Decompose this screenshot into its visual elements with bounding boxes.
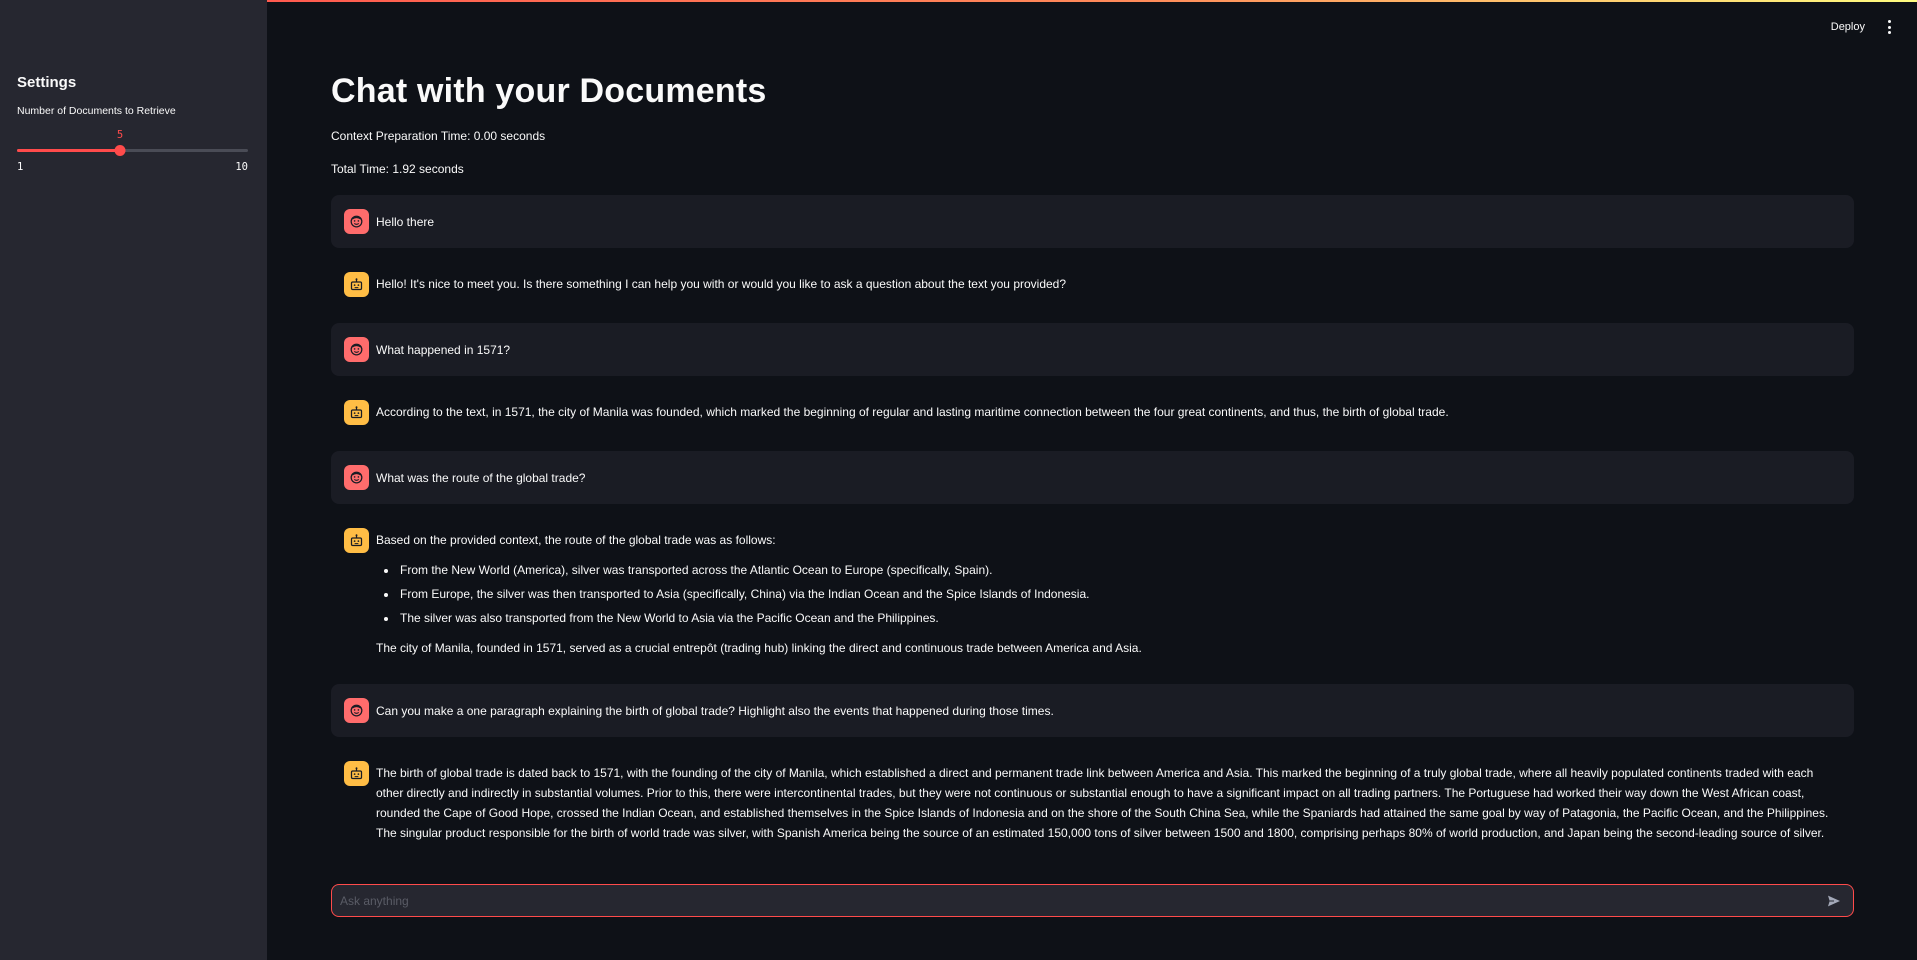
main-content: Chat with your Documents Context Prepara… <box>331 72 1854 869</box>
list-item: From Europe, the silver was then transpo… <box>398 584 1142 604</box>
total-time: Total Time: 1.92 seconds <box>331 162 464 176</box>
chat-message-user: Can you make a one paragraph explaining … <box>331 684 1854 737</box>
header-toolbar: Deploy <box>1831 20 1895 34</box>
message-text: According to the text, in 1571, the city… <box>376 405 1449 419</box>
chat-message-user: What happened in 1571? <box>331 323 1854 376</box>
assistant-avatar-icon <box>344 400 369 425</box>
main-menu-icon[interactable] <box>1883 20 1895 34</box>
chat-input[interactable] <box>340 893 1825 908</box>
chat-message-assistant: Based on the provided context, the route… <box>331 516 1854 672</box>
chat-message-user: Hello there <box>331 195 1854 248</box>
list-item: From the New World (America), silver was… <box>398 560 1142 580</box>
message-intro: Based on the provided context, the route… <box>376 533 776 547</box>
slider-thumb[interactable] <box>114 145 126 156</box>
message-text: What was the route of the global trade? <box>376 470 586 485</box>
chat-message-user: What was the route of the global trade? <box>331 451 1854 504</box>
assistant-avatar-icon <box>344 272 369 297</box>
context-preparation-time: Context Preparation Time: 0.00 seconds <box>331 129 546 143</box>
route-list: From the New World (America), silver was… <box>398 560 1142 628</box>
top-decoration-bar <box>0 0 1917 2</box>
slider-fill <box>17 149 120 152</box>
chat-message-assistant: According to the text, in 1571, the city… <box>331 388 1854 439</box>
chat-message-assistant: Hello! It's nice to meet you. Is there s… <box>331 260 1854 311</box>
chat-message-assistant: The birth of global trade is dated back … <box>331 749 1854 857</box>
documents-slider[interactable]: 5 1 10 <box>17 121 248 173</box>
page-title: Chat with your Documents <box>331 72 767 110</box>
slider-label: Number of Documents to Retrieve <box>17 105 176 117</box>
message-text: Can you make a one paragraph explaining … <box>376 703 1054 718</box>
message-text: What happened in 1571? <box>376 342 511 357</box>
sidebar: Settings Number of Documents to Retrieve… <box>0 0 267 960</box>
assistant-avatar-icon <box>344 761 369 786</box>
slider-max-value: 10 <box>235 161 248 173</box>
chat-input-box <box>331 884 1854 917</box>
user-avatar-icon <box>344 698 369 723</box>
sidebar-title: Settings <box>17 74 77 91</box>
deploy-button[interactable]: Deploy <box>1831 21 1865 33</box>
slider-current-value: 5 <box>116 129 124 141</box>
slider-min-value: 1 <box>17 161 24 173</box>
send-icon[interactable] <box>1825 892 1843 910</box>
message-text: Hello! It's nice to meet you. Is there s… <box>376 277 1067 291</box>
message-text: Based on the provided context, the route… <box>376 528 1142 658</box>
user-avatar-icon <box>344 337 369 362</box>
assistant-avatar-icon <box>344 528 369 553</box>
list-item: The silver was also transported from the… <box>398 608 1142 628</box>
message-text: The birth of global trade is dated back … <box>376 766 1829 840</box>
user-avatar-icon <box>344 465 369 490</box>
message-text: Hello there <box>376 214 435 229</box>
message-outro: The city of Manila, founded in 1571, ser… <box>376 641 1142 655</box>
user-avatar-icon <box>344 209 369 234</box>
